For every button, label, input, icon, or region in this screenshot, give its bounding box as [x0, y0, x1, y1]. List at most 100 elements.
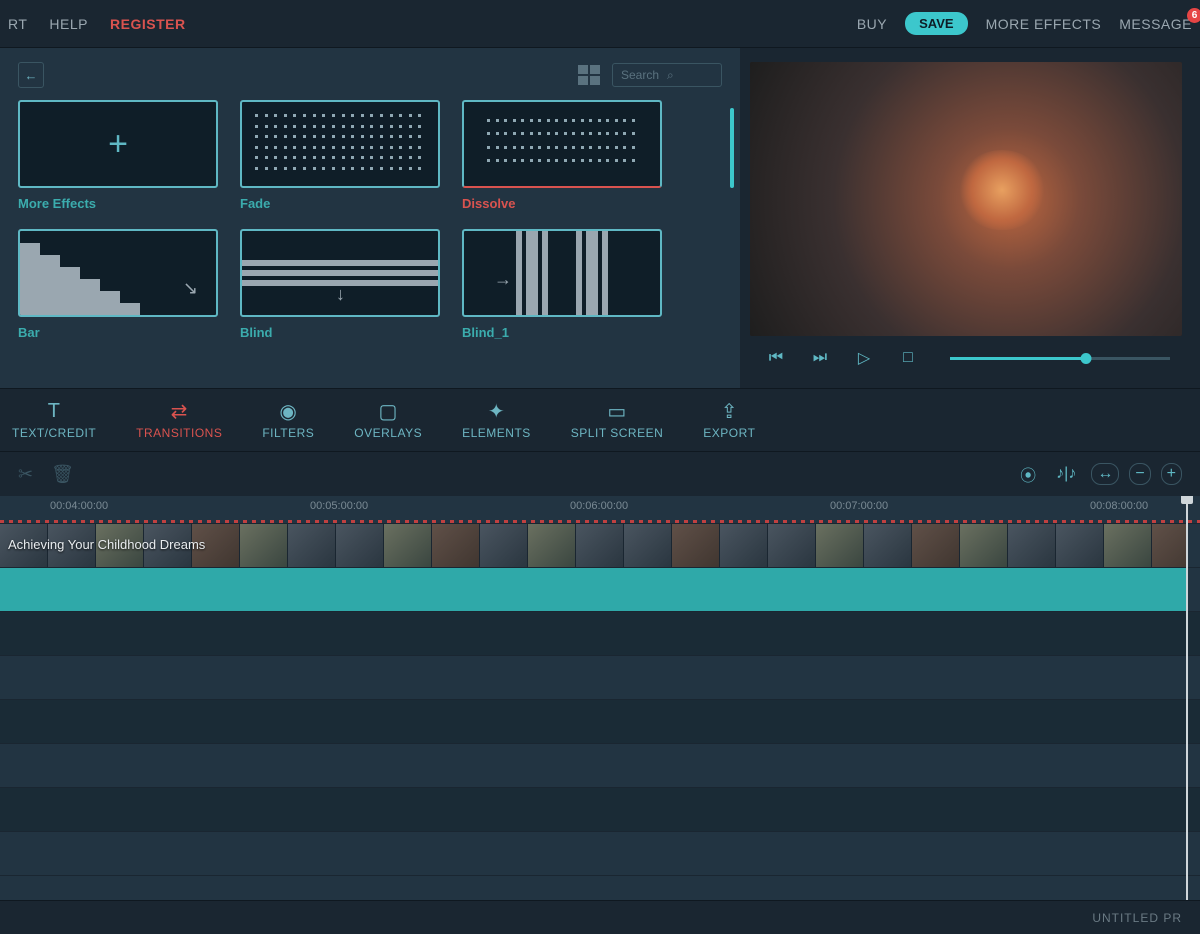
render-icon: ⦿	[1020, 468, 1036, 485]
tab-filters[interactable]: ◉ FILTERS	[262, 400, 314, 440]
tab-split-screen[interactable]: ▭ SPLIT SCREEN	[571, 400, 663, 440]
playback-knob[interactable]	[1081, 353, 1092, 364]
timeline-toolbar: ✂ 🗑 ⦿ ♪|♪ ↔ − +	[0, 452, 1200, 496]
timeline-ruler[interactable]: 00:04:00:00 00:05:00:00 00:06:00:00 00:0…	[0, 496, 1200, 524]
search-icon: ⌕	[667, 68, 713, 83]
timeline-toolbar-right: ⦿ ♪|♪ ↔ − +	[1015, 461, 1182, 487]
video-track[interactable]: Achieving Your Childhood Dreams	[0, 524, 1200, 568]
empty-track-5[interactable]	[0, 788, 1200, 832]
bar-preview-icon	[20, 231, 140, 315]
play-button[interactable]: ▷	[850, 346, 878, 370]
scissors-icon: ✂	[18, 464, 33, 484]
text-icon: T	[48, 400, 61, 422]
buy-link[interactable]: BUY	[857, 16, 887, 32]
more-effects-link[interactable]: MORE EFFECTS	[986, 16, 1102, 32]
tab-export[interactable]: ⇪ EXPORT	[703, 400, 755, 440]
stop-button[interactable]: □	[894, 346, 922, 370]
save-button[interactable]: SAVE	[905, 12, 967, 35]
grid-view-toggle[interactable]	[578, 65, 600, 85]
video-clip[interactable]: Achieving Your Childhood Dreams	[0, 524, 1186, 567]
skip-back-icon: ⏮	[769, 349, 783, 367]
tab-label: EXPORT	[703, 426, 755, 440]
empty-track-4[interactable]	[0, 744, 1200, 788]
thumb-label: Blind	[240, 325, 440, 340]
audio-clip[interactable]	[0, 568, 1186, 611]
arrow-down-icon: ↓	[336, 284, 345, 305]
playback-controls: ⏮ ⏭ ▷ □	[750, 336, 1182, 380]
delete-button[interactable]: 🗑	[51, 464, 74, 485]
thumb-fade	[240, 100, 440, 188]
menu-item-rt[interactable]: RT	[8, 16, 27, 32]
back-button[interactable]: ←	[18, 62, 44, 88]
audio-track[interactable]	[0, 568, 1200, 612]
tab-overlays[interactable]: ▢ OVERLAYS	[354, 400, 422, 440]
zoom-in-button[interactable]: +	[1161, 463, 1182, 485]
transition-grid: + More Effects Fade	[18, 100, 722, 340]
tab-transitions[interactable]: ⇄ TRANSITIONS	[136, 400, 222, 440]
playback-slider[interactable]	[950, 357, 1170, 360]
top-menu-bar: RT HELP REGISTER BUY SAVE MORE EFFECTS M…	[0, 0, 1200, 48]
arrow-right-icon: →	[494, 269, 512, 290]
browser-toolbar: ← Search ⌕	[18, 62, 722, 88]
menu-left: RT HELP REGISTER	[8, 16, 186, 32]
thumb-label: Bar	[18, 325, 218, 340]
prev-frame-button[interactable]: ⏮	[762, 346, 790, 370]
export-icon: ⇪	[721, 400, 738, 422]
transition-dissolve[interactable]: Dissolve	[462, 100, 662, 211]
menu-item-help[interactable]: HELP	[49, 16, 88, 32]
zoom-fit-button[interactable]: ↔	[1091, 463, 1119, 485]
thumb-label: Dissolve	[462, 196, 662, 211]
main-row: ← Search ⌕ + More Effects	[0, 48, 1200, 388]
tab-label: ELEMENTS	[462, 426, 531, 440]
browser-toolbar-right: Search ⌕	[578, 63, 722, 87]
playhead-cap[interactable]	[1181, 496, 1193, 504]
playhead[interactable]	[1186, 496, 1188, 900]
transition-blind-1[interactable]: → Blind_1	[462, 229, 662, 340]
transition-fade[interactable]: Fade	[240, 100, 440, 211]
tab-text-credit[interactable]: T TEXT/CREDIT	[12, 400, 96, 440]
overlays-icon: ▢	[379, 400, 398, 422]
zoom-out-button[interactable]: −	[1129, 463, 1150, 485]
tab-label: OVERLAYS	[354, 426, 422, 440]
ruler-tick: 00:07:00:00	[830, 500, 888, 512]
dissolve-preview-icon	[487, 119, 637, 169]
empty-track-6[interactable]	[0, 832, 1200, 876]
preview-subject	[957, 150, 1047, 230]
elements-icon: ✦	[488, 400, 505, 422]
tab-label: FILTERS	[262, 426, 314, 440]
fit-icon: ↔	[1097, 465, 1113, 482]
fade-preview-icon	[255, 114, 425, 174]
empty-track-1[interactable]	[0, 612, 1200, 656]
ruler-tick: 00:08:00:00	[1090, 500, 1148, 512]
preview-panel: ⏮ ⏭ ▷ □	[740, 48, 1200, 388]
render-button[interactable]: ⦿	[1015, 461, 1041, 487]
ruler-tick: 00:05:00:00	[310, 500, 368, 512]
transition-blind[interactable]: ↓ Blind	[240, 229, 440, 340]
thumb-more-effects: +	[18, 100, 218, 188]
notification-badge: 6	[1187, 8, 1200, 23]
message-label: MESSAGE	[1119, 16, 1192, 32]
transition-more-effects[interactable]: + More Effects	[18, 100, 218, 211]
thumb-label: Blind_1	[462, 325, 662, 340]
empty-track-2[interactable]	[0, 656, 1200, 700]
message-link[interactable]: MESSAGE 6	[1119, 16, 1192, 32]
trash-icon: 🗑	[51, 464, 74, 484]
ruler-tick: 00:04:00:00	[50, 500, 108, 512]
thumb-label: Fade	[240, 196, 440, 211]
transition-bar[interactable]: ↘ Bar	[18, 229, 218, 340]
tab-label: TEXT/CREDIT	[12, 426, 96, 440]
plus-icon: +	[1167, 465, 1176, 482]
thumb-blind: ↓	[240, 229, 440, 317]
play-icon: ▷	[858, 348, 870, 368]
preview-canvas[interactable]	[750, 62, 1182, 336]
browser-scrollbar[interactable]	[730, 108, 734, 188]
tab-elements[interactable]: ✦ ELEMENTS	[462, 400, 531, 440]
thumb-dissolve	[462, 100, 662, 188]
audio-tool-button[interactable]: ♪|♪	[1051, 464, 1081, 484]
split-screen-icon: ▭	[607, 400, 626, 422]
search-input[interactable]: Search ⌕	[612, 63, 722, 87]
empty-track-3[interactable]	[0, 700, 1200, 744]
cut-button[interactable]: ✂	[18, 464, 33, 485]
next-frame-button[interactable]: ⏭	[806, 346, 834, 370]
menu-item-register[interactable]: REGISTER	[110, 16, 186, 32]
